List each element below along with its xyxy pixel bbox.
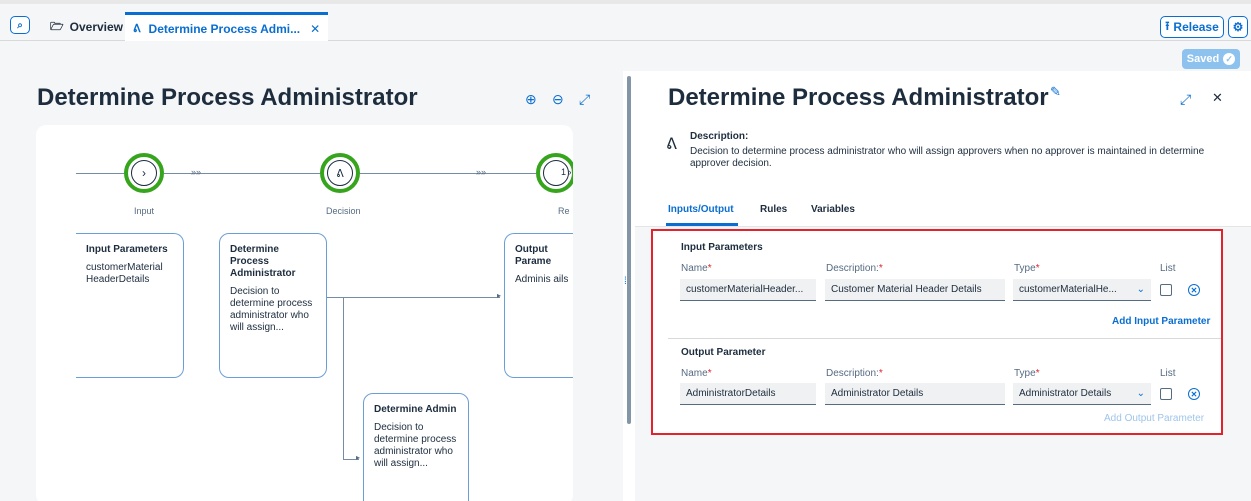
- card-description: Adminis ails: [515, 274, 569, 285]
- tab-determine-process-admin[interactable]: ᕕ Determine Process Admi... ✕: [125, 12, 329, 42]
- saved-status-badge: Saved ✓: [1182, 49, 1240, 69]
- settings-icon[interactable]: ⚙: [1228, 16, 1248, 38]
- input-parameters-heading: Input Parameters: [681, 242, 763, 253]
- tab-variables[interactable]: Variables: [811, 204, 855, 215]
- card-description: customerMaterial HeaderDetails: [86, 262, 163, 285]
- output-parameter-heading: Output Parameter: [681, 347, 766, 358]
- type-label: Type*: [1014, 263, 1040, 274]
- fullscreen-icon[interactable]: ⤢: [1180, 91, 1191, 108]
- card-description: Decision to determine process administra…: [230, 286, 313, 333]
- tab-overview-label: Overview: [69, 20, 124, 34]
- drag-handle-icon[interactable]: ⁞: [624, 276, 634, 296]
- search-object-icon[interactable]: ⌕: [10, 16, 30, 34]
- step-input[interactable]: ›: [124, 153, 164, 193]
- name-label: Name*: [681, 368, 712, 379]
- output-list-checkbox[interactable]: [1160, 388, 1172, 400]
- input-name-field[interactable]: customerMaterialHeader...: [680, 279, 816, 301]
- upload-icon: ⭱: [1165, 18, 1170, 33]
- splitter-bar[interactable]: [627, 76, 631, 424]
- details-title: Determine Process Administrator: [668, 84, 1049, 111]
- desc-label-text: Description:: [826, 263, 879, 274]
- card-title: Determine Admin: [374, 404, 457, 415]
- handshake-icon: ᕕ: [327, 160, 353, 186]
- remove-output-icon[interactable]: ✕: [1188, 388, 1200, 400]
- chevron-down-icon: ⌄: [1136, 388, 1145, 399]
- input-list-checkbox[interactable]: [1160, 284, 1172, 296]
- description-field-label: Description:*: [826, 263, 883, 274]
- output-type-select[interactable]: Administrator Details ⌄: [1013, 383, 1151, 405]
- flow-chevron-icon: »»: [476, 167, 487, 177]
- zoom-in-icon[interactable]: ⊕: [525, 91, 537, 108]
- step-result-label: Re: [558, 206, 570, 216]
- fit-to-screen-icon[interactable]: ⤢: [579, 91, 590, 108]
- tab-bar: ⌕ 🗁 Overview ᕕ Determine Process Admi...…: [0, 0, 1251, 42]
- edit-pencil-icon[interactable]: ✎: [1050, 84, 1061, 100]
- tab-active-label: Determine Process Admi...: [148, 21, 301, 36]
- list-label: List: [1160, 263, 1176, 274]
- input-type-select[interactable]: customerMaterialHe... ⌄: [1013, 279, 1151, 301]
- type-label-text: Type: [1014, 368, 1036, 379]
- release-label: Release: [1173, 20, 1219, 34]
- chevron-right-icon: ›: [131, 160, 157, 186]
- diagram-canvas[interactable]: »» »» › Input ᕕ Decision 1 › Re Input Pa…: [36, 125, 573, 501]
- output-parameters-card[interactable]: Output Parame Adminis ails: [504, 233, 573, 378]
- section-divider: [668, 338, 1221, 339]
- output-name-field[interactable]: AdministratorDetails: [680, 383, 816, 405]
- output-description-field[interactable]: Administrator Details: [825, 383, 1005, 405]
- handshake-icon: ᕕ: [133, 23, 141, 35]
- folder-icon: 🗁: [50, 20, 64, 33]
- description-field-label: Description:*: [826, 368, 883, 379]
- remove-input-icon[interactable]: ✕: [1188, 284, 1200, 296]
- release-button[interactable]: ⭱ Release: [1160, 16, 1224, 38]
- description-text: Decision to determine process administra…: [690, 146, 1205, 169]
- connector-line: [327, 297, 500, 298]
- step-badge-value: 1: [561, 167, 567, 177]
- tab-rules[interactable]: Rules: [760, 204, 787, 215]
- chevron-down-icon: ⌄: [1136, 284, 1145, 295]
- check-icon: ✓: [1223, 53, 1236, 65]
- step-decision-label: Decision: [326, 206, 361, 216]
- add-input-parameter-link[interactable]: Add Input Parameter: [1112, 316, 1210, 327]
- list-label: List: [1160, 368, 1176, 379]
- zoom-out-icon[interactable]: ⊖: [552, 91, 564, 108]
- card-description: Decision to determine process administra…: [374, 422, 457, 469]
- type-label: Type*: [1014, 368, 1040, 379]
- type-label-text: Type: [1014, 263, 1036, 274]
- diagram-title: Determine Process Administrator: [37, 84, 418, 111]
- name-label: Name*: [681, 263, 712, 274]
- card-title: Output Parame: [515, 244, 552, 267]
- connector-line: [360, 173, 536, 174]
- name-label-text: Name: [681, 368, 708, 379]
- handshake-icon: ᕕ: [666, 136, 677, 153]
- input-parameters-card[interactable]: Input Parameters customerMaterial Header…: [76, 233, 184, 378]
- add-output-parameter-link: Add Output Parameter: [1104, 413, 1205, 424]
- name-label-text: Name: [681, 263, 708, 274]
- step-input-label: Input: [134, 206, 155, 216]
- tab-inputs-output[interactable]: Inputs/Output: [668, 204, 734, 215]
- flow-chevron-icon: »»: [191, 167, 202, 177]
- input-description-field[interactable]: Customer Material Header Details: [825, 279, 1005, 301]
- connector-line: [76, 173, 124, 174]
- tab-overview[interactable]: 🗁 Overview: [50, 14, 123, 40]
- input-type-value: customerMaterialHe...: [1019, 284, 1117, 295]
- card-title: Input Parameters: [86, 244, 168, 255]
- step-decision[interactable]: ᕕ: [320, 153, 360, 193]
- step-count-badge: 1 ›: [561, 167, 572, 177]
- connector-line: [343, 297, 344, 459]
- description-label: Description:: [690, 131, 749, 142]
- saved-label: Saved: [1186, 53, 1220, 65]
- arrowhead-icon: ▸: [356, 453, 361, 462]
- output-type-value: Administrator Details: [1019, 388, 1112, 399]
- arrowhead-icon: ▸: [497, 291, 502, 300]
- decision-card[interactable]: Determine Process Administrator Decision…: [219, 233, 327, 378]
- card-title: Determine Process Administrator: [230, 244, 296, 279]
- determine-admin-card[interactable]: Determine Admin Decision to determine pr…: [363, 393, 469, 501]
- close-icon[interactable]: ✕: [1212, 90, 1223, 106]
- connector-line: [164, 173, 320, 174]
- close-tab-icon[interactable]: ✕: [310, 22, 320, 36]
- desc-label-text: Description:: [826, 368, 879, 379]
- status-bar: [0, 41, 1251, 71]
